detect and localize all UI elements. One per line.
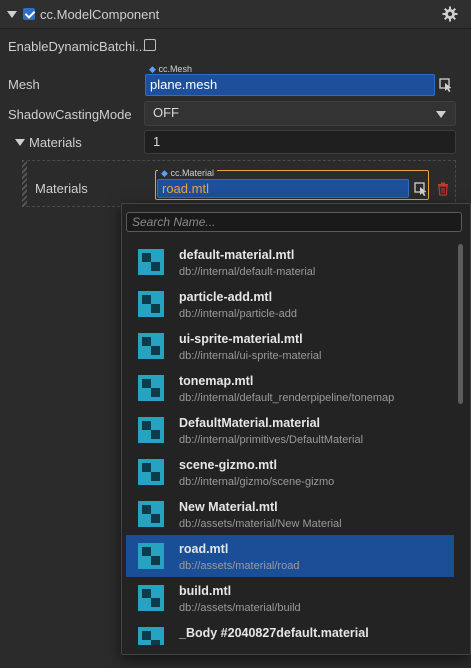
component-enabled-checkbox[interactable] [23,8,35,20]
item-path: db://assets/material/road [179,560,300,572]
item-name: ui-sprite-material.mtl [179,332,303,346]
item-path: db://assets/material/build [179,602,301,614]
item-path: db://internal/default_renderpipeline/ton… [179,392,395,404]
scrollbar[interactable] [458,244,463,404]
item-name: build.mtl [179,584,232,598]
material-icon [138,291,164,317]
mesh-label: Mesh [8,77,40,92]
material-icon [138,585,164,611]
list-item[interactable]: _Body #2040827default.material [126,619,454,645]
list-item-selected[interactable]: road.mtl db://assets/material/road [126,535,454,577]
collapse-triangle-icon[interactable] [7,11,17,18]
drag-handle[interactable] [22,160,27,207]
material-icon [138,543,164,569]
diamond-icon: ◆ [161,168,168,178]
item-name: particle-add.mtl [179,290,273,304]
enable-dynamic-batching-label: EnableDynamicBatchi... [8,39,147,54]
mesh-type-text: cc.Mesh [158,64,192,74]
material-icon [138,459,164,485]
materials-group-label: Materials [29,135,82,150]
list-item[interactable]: DefaultMaterial.material db://internal/p… [126,409,454,451]
shadow-casting-mode-label: ShadowCastingMode [8,107,132,122]
item-path: db://internal/primitives/DefaultMaterial [179,434,364,446]
material-list: default-material.mtl db://internal/defau… [126,241,454,645]
item-name: tonemap.mtl [179,374,254,388]
component-title: cc.ModelComponent [40,7,160,22]
mesh-type-badge: ◆ cc.Mesh [146,64,195,74]
item-name: New Material.mtl [179,500,278,514]
item-name: default-material.mtl [179,248,295,262]
material-field[interactable]: road.mtl [157,179,409,198]
enable-dynamic-batching-checkbox[interactable] [144,39,156,51]
list-item[interactable]: particle-add.mtl db://internal/particle-… [126,283,454,325]
pick-asset-icon[interactable] [437,76,455,94]
materials-item-label: Materials [35,181,88,196]
item-path: db://assets/material/New Material [179,518,342,530]
chevron-down-icon [436,111,446,118]
list-item[interactable]: New Material.mtl db://assets/material/Ne… [126,493,454,535]
materials-expand-triangle-icon[interactable] [15,139,25,146]
item-path: db://internal/particle-add [179,308,298,320]
material-type-badge: ◆ cc.Material [158,168,217,178]
search-input[interactable]: Search Name... [126,212,462,232]
item-path: db://internal/ui-sprite-material [179,350,322,362]
item-name: _Body #2040827default.material [179,626,369,640]
material-icon [138,333,164,359]
material-icon [138,417,164,443]
material-icon [138,249,164,275]
list-item[interactable]: ui-sprite-material.mtl db://internal/ui-… [126,325,454,367]
item-name: DefaultMaterial.material [179,416,321,430]
material-icon [138,375,164,401]
material-icon [138,627,164,645]
shadow-casting-mode-select[interactable]: OFF [144,101,456,126]
material-type-text: cc.Material [170,168,214,178]
shadow-casting-mode-value: OFF [153,105,179,120]
list-item[interactable]: scene-gizmo.mtl db://internal/gizmo/scen… [126,451,454,493]
item-path: db://internal/gizmo/scene-gizmo [179,476,335,488]
trash-icon[interactable] [434,180,452,198]
list-item[interactable]: build.mtl db://assets/material/build [126,577,454,619]
material-icon [138,501,164,527]
item-name: scene-gizmo.mtl [179,458,277,472]
gear-icon[interactable] [442,6,458,22]
mesh-field[interactable]: plane.mesh [145,74,435,96]
materials-count-value: 1 [153,134,161,149]
list-item[interactable]: default-material.mtl db://internal/defau… [126,241,454,283]
diamond-icon: ◆ [149,64,156,74]
item-name: road.mtl [179,542,229,556]
materials-count-input[interactable]: 1 [144,130,456,154]
list-item[interactable]: tonemap.mtl db://internal/default_render… [126,367,454,409]
item-path: db://internal/default-material [179,266,316,278]
pick-asset-icon[interactable] [412,180,430,198]
